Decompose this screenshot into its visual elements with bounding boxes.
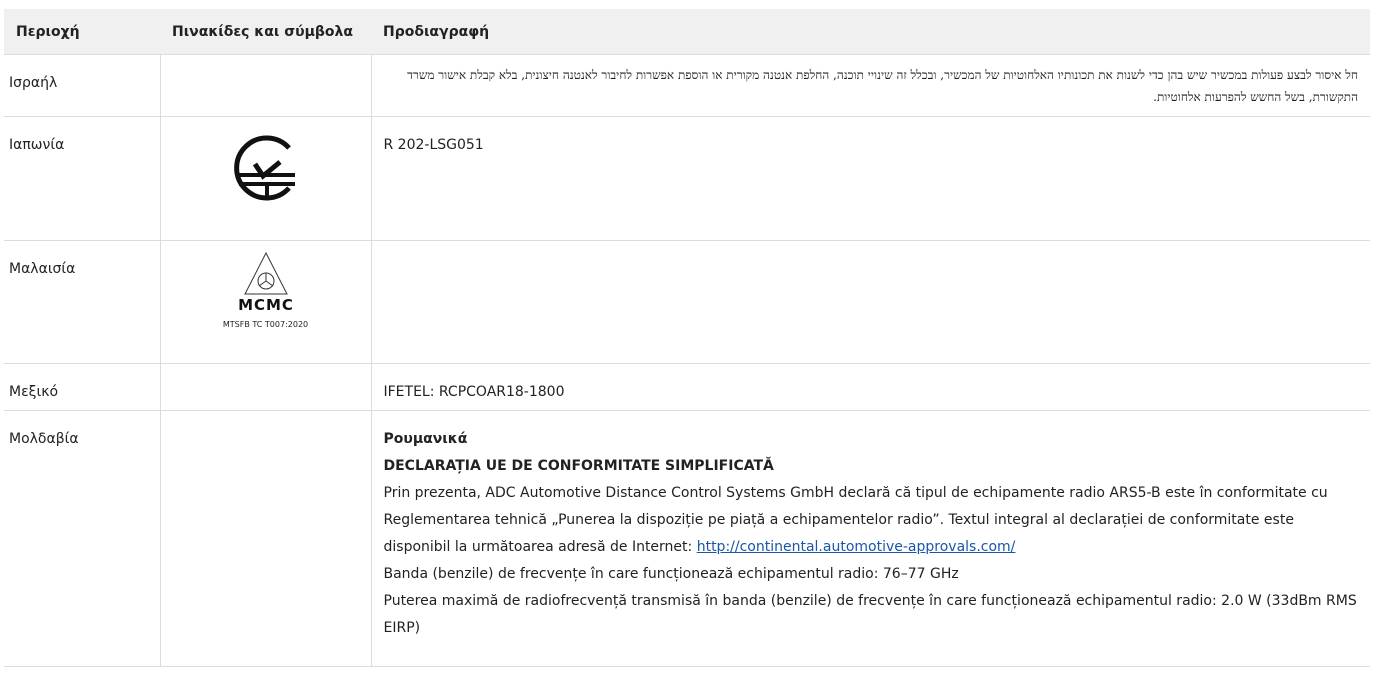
moldova-declaration-paragraph: Prin prezenta, ADC Automotive Distance C… [384,480,1359,561]
header-region: Περιοχή [4,9,160,55]
symbol-cell [160,410,372,667]
symbol-cell [160,116,372,241]
region-cell: Μολδαβία [4,410,161,667]
japan-giteki-mark-icon [233,135,295,201]
mexico-spec-text: IFETEL: RCPCOAR18-1800 [383,384,565,400]
spec-cell: R 202-LSG051 [371,116,1370,241]
approvals-link[interactable]: http://continental.automotive-approvals.… [697,539,1016,555]
japan-spec-text: R 202-LSG051 [383,137,484,153]
region-cell: Ιαπωνία [4,116,161,241]
israel-spec-text: חל איסור לבצע פעולות במכשיר שיש בהן כדי … [407,68,1358,104]
mcmc-caption: MTSFB TC T007:2020 [222,320,309,329]
spec-cell: Ρουμανικά DECLARAȚIA UE DE CONFORMITATE … [371,410,1370,667]
header-symbols: Πινακίδες και σύμβολα [160,9,371,55]
region-cell: Μεξικό [4,363,161,411]
spec-cell: חל איסור לבצע פעולות במכשיר שיש בהן כדי … [371,54,1370,117]
region-cell: Μαλαισία [4,240,161,364]
mcmc-logo: MCMC MTSFB TC T007:2020 [211,250,321,330]
mcmc-brand: MCMC [238,296,294,314]
moldova-language: Ρουμανικά [383,431,468,447]
spec-cell [371,240,1370,364]
table-row: Μεξικό IFETEL: RCPCOAR18-1800 [4,363,1370,411]
moldova-frequency-band: Banda (benzile) de frecvențe în care fun… [383,566,959,582]
symbol-cell [160,363,372,411]
mcmc-triangle-icon: MCMC [238,251,294,314]
regulatory-table: Περιοχή Πινακίδες και σύμβολα Προδιαγραφ… [4,9,1370,667]
symbol-cell: MCMC MTSFB TC T007:2020 [160,240,372,364]
table-row: Ισραήλ חל איסור לבצע פעולות במכשיר שיש ב… [4,54,1370,117]
table-row: Ιαπωνία R 202-LSG051 [4,116,1370,241]
document-page: Περιοχή Πινακίδες και σύμβολα Προδιαγραφ… [0,0,1375,695]
moldova-declaration-heading: DECLARAȚIA UE DE CONFORMITATE SIMPLIFICA… [383,458,774,474]
table-row: Μαλαισία MCMC MTSFB TC T007:2020 [4,240,1370,364]
moldova-max-power: Puterea maximă de radiofrecvență transmi… [383,593,1357,636]
table-header-row: Περιοχή Πινακίδες και σύμβολα Προδιαγραφ… [4,9,1370,55]
symbol-cell [160,54,372,117]
header-spec: Προδιαγραφή [371,9,1370,55]
table-row: Μολδαβία Ρουμανικά DECLARAȚIA UE DE CONF… [4,410,1370,667]
region-cell: Ισραήλ [4,54,161,117]
spec-cell: IFETEL: RCPCOAR18-1800 [371,363,1370,411]
